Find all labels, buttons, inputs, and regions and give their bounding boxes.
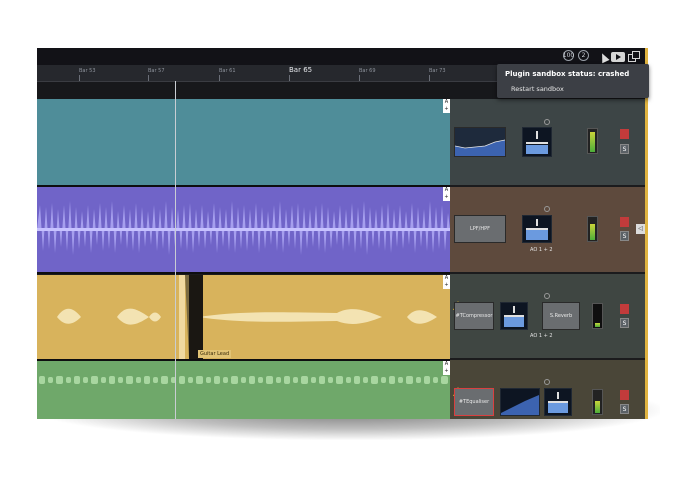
bar-label: Bar 53 [79,68,96,74]
track-2-controls[interactable]: A + [443,187,450,201]
track-control-top[interactable]: A [443,275,450,282]
plugin-tequaliser[interactable]: #TEqualiser [454,388,494,416]
ruler-tick [359,75,360,81]
ruler-tick [79,75,80,81]
mixer-strip-3: #TCompressor S.Reverb S AO 1 + 2 [450,274,648,358]
pan-knob[interactable] [544,379,550,385]
plugin-slot-eq-graph[interactable] [500,388,540,416]
level-meter [592,389,603,415]
daw-window: 100 2 Bar 53 Bar 57 Bar 61 Bar 65 Bar 69… [37,48,648,419]
level-meter [592,303,603,329]
plugin-slot-eq-graph[interactable] [454,127,506,157]
cpu-counter[interactable]: 100 [563,50,574,61]
top-bar: 100 2 [37,48,648,65]
track-control-add[interactable]: + [443,368,450,375]
playhead[interactable] [175,81,176,419]
ruler-tick [219,75,220,81]
record-arm-button[interactable] [620,304,629,314]
track-2-lane[interactable] [37,187,450,272]
record-arm-button[interactable] [620,390,629,400]
level-meter [587,216,598,242]
youtube-icon[interactable] [611,50,625,63]
popup-title: Plugin sandbox status: crashed [505,70,630,78]
pan-knob[interactable] [544,206,550,212]
track-4-lane[interactable] [37,361,450,419]
pan-knob[interactable] [544,293,550,299]
speaker-icon[interactable]: ◁ [636,224,645,234]
waveform-green [39,376,448,384]
solo-button[interactable]: S [620,144,629,154]
sandbox-counter[interactable]: 2 [578,50,589,61]
bar-label: Bar 57 [148,68,165,74]
plugin-slot-mini-meter[interactable] [522,127,552,157]
plugin-slot-mini-meter[interactable] [522,215,552,243]
output-routing[interactable]: AO 1 + 2 [530,333,553,339]
bar-label: Bar 73 [429,68,446,74]
restart-sandbox-item[interactable]: Restart sandbox [511,85,564,93]
selection-edge [645,48,648,419]
mixer-panel: S LPF/HPF S ◁ AO 1 + 2 #TCompressor S.Re… [450,99,648,419]
plugin-s-reverb[interactable]: S.Reverb [542,302,580,330]
solo-button[interactable]: S [620,404,629,414]
level-meter [587,128,598,154]
mixer-strip-4: #TEqualiser S [450,360,648,419]
track-control-top[interactable]: A [443,361,450,368]
track-control-add[interactable]: + [443,106,450,113]
plugin-slot-mini-meter[interactable] [544,388,572,416]
windows-icon[interactable] [628,50,640,63]
track-1-controls[interactable]: A + [443,99,450,113]
ruler-tick [429,75,430,81]
mixer-strip-1: S [450,99,648,185]
waveform-purple [37,201,450,255]
record-arm-button[interactable] [620,217,629,227]
clip-label[interactable]: Guitar Lead [198,350,232,358]
pan-knob[interactable] [544,119,550,125]
record-arm-button[interactable] [620,129,629,139]
track-4-controls[interactable]: A + [443,361,450,375]
sandbox-status-popup: Plugin sandbox status: crashed Restart s… [497,64,649,98]
solo-button[interactable]: S [620,318,629,328]
plugin-tcompressor[interactable]: #TCompressor [454,302,494,330]
track-control-add[interactable]: + [443,194,450,201]
track-3-controls[interactable]: A + [443,275,450,289]
solo-button[interactable]: S [620,231,629,241]
plugin-slot-mini-meter[interactable] [500,302,528,330]
ruler-tick [148,75,149,81]
ruler-tick [289,75,290,81]
plugin-lpf-hpf[interactable]: LPF/HPF [454,215,506,243]
track-1-lane[interactable] [37,99,450,185]
output-routing[interactable]: AO 1 + 2 [530,247,553,253]
track-control-top[interactable]: A [443,187,450,194]
track-control-top[interactable]: A [443,99,450,106]
waveform-yellow [57,275,437,359]
bar-label: Bar 65 [289,66,313,74]
track-divider [37,272,450,274]
bar-label: Bar 69 [359,68,376,74]
bar-label: Bar 61 [219,68,236,74]
track-control-add[interactable]: + [443,282,450,289]
track-3-lane[interactable] [37,275,450,359]
mixer-strip-2: LPF/HPF S ◁ AO 1 + 2 [450,187,648,272]
cursor-icon [598,51,610,64]
